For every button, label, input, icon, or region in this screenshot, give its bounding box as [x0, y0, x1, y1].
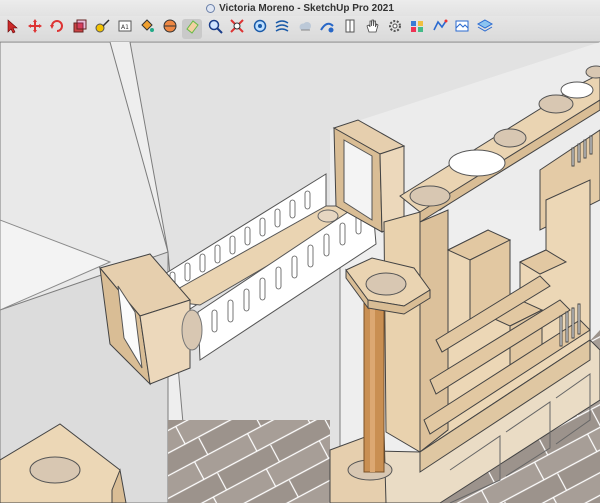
eraser-icon — [184, 18, 200, 39]
tape-icon — [94, 18, 110, 39]
svg-text:A1: A1 — [121, 24, 129, 31]
rotate-tool-button[interactable] — [47, 19, 67, 39]
scale-tool-button[interactable] — [70, 19, 90, 39]
select-tool-button[interactable] — [2, 19, 22, 39]
model-viewport[interactable] — [0, 42, 600, 503]
main-toolbar: A1 — [0, 16, 600, 42]
move-icon — [27, 18, 43, 39]
styles-icon — [432, 18, 448, 39]
section-plane-tool-button[interactable] — [160, 19, 180, 39]
layers-tool-button[interactable] — [475, 19, 495, 39]
bend-tool-button[interactable] — [272, 19, 292, 39]
orbit-tool-button[interactable] — [250, 19, 270, 39]
paint-bucket-icon — [139, 18, 155, 39]
zoom-extents-tool-button[interactable] — [227, 19, 247, 39]
3d-model-scene[interactable] — [0, 42, 600, 503]
window-titlebar: Victoria Moreno - SketchUp Pro 2021 — [0, 0, 600, 16]
flip-icon — [319, 18, 335, 39]
components-tool-button[interactable] — [407, 19, 427, 39]
document-icon — [206, 3, 216, 13]
tape-measure-tool-button[interactable] — [92, 19, 112, 39]
rotate-icon — [49, 18, 65, 39]
styles-tool-button[interactable] — [430, 19, 450, 39]
door-icon — [342, 18, 358, 39]
pan-tool-button[interactable] — [362, 19, 382, 39]
scale-icon — [72, 18, 88, 39]
flip-tool-button[interactable] — [317, 19, 337, 39]
zoom-icon — [207, 18, 223, 39]
dimension-tool-button[interactable]: A1 — [115, 19, 135, 39]
move-tool-button[interactable] — [25, 19, 45, 39]
zoom-extents-icon — [229, 18, 245, 39]
settings-tool-button[interactable] — [385, 19, 405, 39]
layers-icon — [476, 18, 493, 39]
eraser-tool-button[interactable] — [182, 18, 202, 39]
components-icon — [409, 18, 425, 39]
gear-icon — [387, 18, 403, 39]
door-tool-button[interactable] — [340, 19, 360, 39]
arrow-icon — [4, 18, 20, 39]
bend-icon — [274, 18, 290, 39]
window-title: Victoria Moreno - SketchUp Pro 2021 — [219, 2, 394, 14]
scenes-icon — [454, 18, 470, 39]
floor-left — [168, 420, 330, 503]
paint-bucket-tool-button[interactable] — [137, 19, 157, 39]
hand-icon — [364, 18, 380, 39]
dimension-icon: A1 — [117, 18, 133, 39]
zoom-tool-button[interactable] — [205, 19, 225, 39]
orbit-icon — [252, 18, 268, 39]
section-icon — [162, 18, 178, 39]
cloud-icon — [297, 18, 313, 39]
scenes-tool-button[interactable] — [452, 19, 472, 39]
cloud-tool-button[interactable] — [295, 19, 315, 39]
